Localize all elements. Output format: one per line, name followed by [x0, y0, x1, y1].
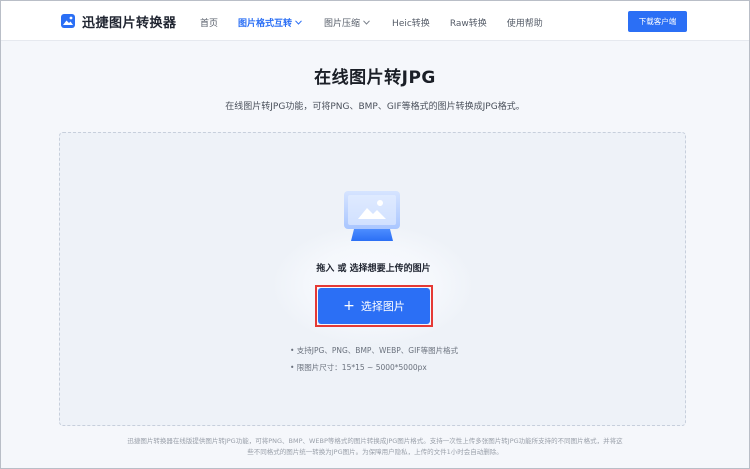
nav-item-label: Heic转换 — [392, 18, 430, 29]
supported-formats-note: • 支持JPG、PNG、BMP、WEBP、GIF等图片格式 — [290, 346, 459, 355]
nav-item-label: 使用帮助 — [506, 18, 543, 29]
main-nav: 首页 图片格式互转 图片压缩 Heic转换 Raw转换 使用帮助 — [200, 15, 543, 29]
download-client-button[interactable]: 下载客户端 — [628, 11, 687, 32]
app-name: 迅捷图片转换器 — [82, 15, 177, 31]
nav-item-home[interactable]: 首页 — [200, 16, 218, 29]
footer-line: 迅捷图片转换器在线版提供图片转JPG功能，可将PNG、BMP、WEBP等格式的图… — [127, 437, 623, 445]
nav-item-label: 首页 — [200, 18, 219, 29]
nav-item-label: 图片格式互转 — [238, 18, 293, 29]
top-nav-bar: 迅捷图片转换器 首页 图片格式互转 图片压缩 Heic转换 Raw转换 使用帮助… — [1, 1, 749, 41]
select-image-label: 选择图片 — [360, 300, 405, 313]
upload-illustration-icon — [344, 191, 400, 241]
select-image-button[interactable]: + 选择图片 — [318, 288, 430, 324]
nav-item-label: Raw转换 — [449, 18, 487, 29]
nav-item-raw[interactable]: Raw转换 — [450, 16, 487, 29]
chevron-down-icon — [363, 19, 370, 25]
footer-line: 些不同格式的图片统一转换为JPG图片。为保障用户隐私，上传的文件1小时会自动删除… — [247, 448, 503, 456]
nav-item-heic[interactable]: Heic转换 — [392, 16, 430, 29]
nav-item-label: 图片压缩 — [324, 18, 361, 29]
size-limit-note: • 限图片尺寸：15*15 ~ 5000*5000px — [290, 363, 427, 372]
page-subtitle: 在线图片转JPG功能，可将PNG、BMP、GIF等格式的图片转换成JPG格式。 — [225, 102, 525, 112]
nav-item-format-convert[interactable]: 图片格式互转 — [238, 16, 302, 29]
upload-drop-zone[interactable]: 拖入 或 选择想要上传的图片 + 选择图片 • 支持JPG、PNG、BMP、WE… — [59, 132, 686, 426]
app-logo[interactable]: 迅捷图片转换器 — [60, 12, 177, 31]
plus-icon: + — [343, 298, 355, 314]
footer-description: 迅捷图片转换器在线版提供图片转JPG功能，可将PNG、BMP、WEBP等格式的图… — [90, 436, 660, 458]
nav-item-help[interactable]: 使用帮助 — [507, 16, 543, 29]
image-icon — [61, 14, 75, 28]
page-title: 在线图片转JPG — [314, 68, 436, 88]
chevron-down-icon — [295, 19, 302, 25]
nav-item-compress[interactable]: 图片压缩 — [324, 16, 370, 29]
drop-instruction: 拖入 或 选择想要上传的图片 — [316, 264, 431, 274]
